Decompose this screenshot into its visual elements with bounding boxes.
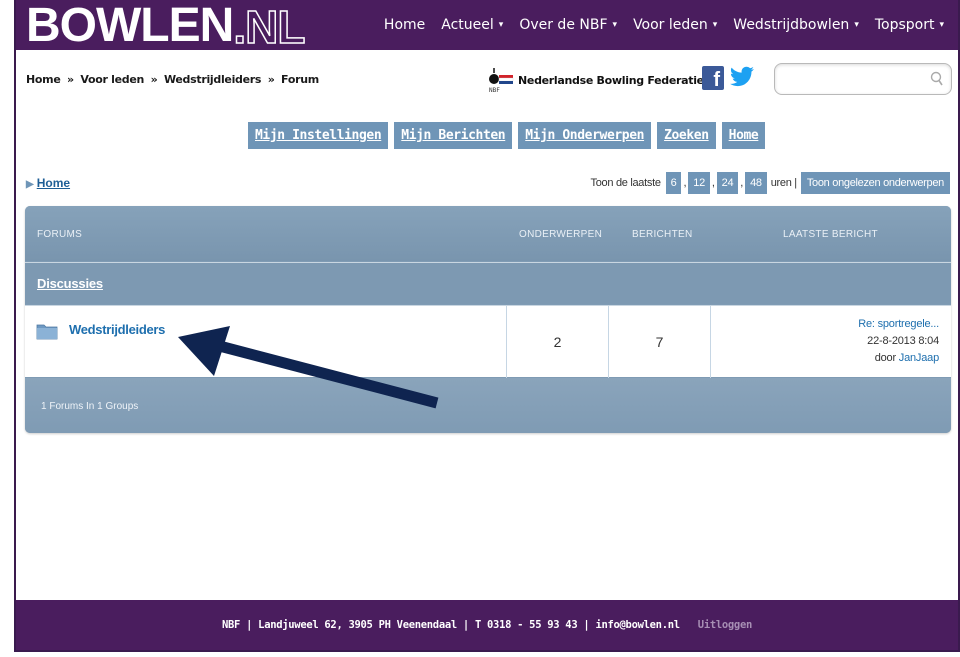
search-icon[interactable]	[929, 69, 945, 89]
nav-item-label: Wedstrijdbowlen	[733, 17, 850, 33]
show-last-hours: Toon de laatste 6, 12, 24, 48 uren | Too…	[591, 172, 950, 194]
logout-link[interactable]: Uitloggen	[698, 619, 753, 631]
chevron-down-icon: ▾	[612, 20, 618, 30]
nav-item-topsport[interactable]: Topsport ▾	[867, 17, 952, 33]
nav-item-label: Topsport	[874, 17, 935, 33]
last-post-author-link[interactable]: JanJaap	[899, 352, 939, 364]
hours-24-button[interactable]: 24	[716, 172, 739, 194]
breadcrumb-separator: »	[267, 73, 275, 86]
header-topics: ONDERWERPEN	[519, 229, 603, 240]
nbf-logo-sub: NBF	[489, 87, 500, 94]
forum-home-link[interactable]: ▶ Home	[26, 176, 70, 190]
show-last-suffix: uren |	[770, 177, 797, 189]
show-last-prefix: Toon de laatste	[590, 177, 661, 189]
nbf-logo-icon: NBF	[489, 68, 514, 94]
last-post-by: door	[874, 352, 896, 364]
nbf-name: Nederlandse Bowling Federatie	[518, 73, 704, 87]
hours-48-button[interactable]: 48	[745, 172, 767, 194]
twitter-icon[interactable]	[728, 64, 756, 90]
logo-extension-text: .NL	[233, 1, 307, 53]
forum-home-label: Home	[36, 176, 71, 190]
breadcrumb-home[interactable]: Home	[26, 73, 61, 86]
footer-contact: NBF | Landjuweel 62, 3905 PH Veenendaal …	[16, 619, 958, 631]
forum-link-wedstrijdleiders[interactable]: Wedstrijdleiders	[69, 322, 165, 337]
hours-6-button[interactable]: 6	[665, 172, 682, 194]
last-post-link[interactable]: Re: sportregele...	[858, 316, 939, 333]
forum-group-summary: 1 Forums In 1 Groups	[41, 401, 139, 412]
search-box	[774, 63, 952, 95]
footer-phone: T 0318 - 55 93 43	[474, 619, 578, 631]
my-topics-button[interactable]: Mijn Onderwerpen	[518, 122, 652, 149]
site-logo[interactable]: BOWLEN .NL	[26, 0, 307, 53]
breadcrumb-voor-leden[interactable]: Voor leden	[80, 73, 144, 86]
search-button[interactable]: Zoeken	[657, 122, 716, 149]
group-link[interactable]: Discussies	[37, 276, 103, 291]
topics-cell: 2	[507, 306, 609, 378]
forum-group-row: Discussies	[25, 262, 951, 304]
forum-cell: Wedstrijdleiders	[25, 306, 507, 378]
facebook-glyph: f	[713, 69, 720, 91]
posts-cell: 7	[609, 306, 711, 378]
nav-item-label: Actueel	[441, 17, 494, 33]
nav-item-over-de-nbf[interactable]: Over de NBF ▾	[511, 17, 625, 33]
nav-item-voor-leden[interactable]: Voor leden ▾	[625, 17, 725, 33]
chevron-down-icon: ▾	[498, 20, 504, 30]
triangle-right-icon: ▶	[26, 179, 34, 190]
posts-count: 7	[655, 334, 664, 350]
chevron-down-icon: ▾	[939, 20, 944, 30]
folder-icon	[36, 324, 58, 340]
forum-toolbar: Mijn Instellingen Mijn Berichten Mijn On…	[248, 122, 766, 149]
last-post-info: Re: sportregele... 22-8-2013 8:04 door J…	[858, 316, 939, 367]
header-forums: FORUMS	[37, 229, 83, 240]
show-unread-topics-button[interactable]: Toon ongelezen onderwerpen	[800, 172, 950, 194]
search-input[interactable]	[783, 65, 923, 93]
footer-divider: |	[246, 619, 253, 631]
facebook-icon[interactable]: f	[702, 66, 724, 91]
home-button[interactable]: Home	[721, 122, 766, 149]
header-posts: BERICHTEN	[632, 229, 693, 240]
nav-item-wedstrijdbowlen[interactable]: Wedstrijdbowlen ▾	[725, 17, 867, 33]
chevron-down-icon: ▾	[712, 20, 718, 30]
breadcrumb: Home » Voor leden » Wedstrijdleiders » F…	[26, 73, 319, 86]
footer-address: Landjuweel 62, 3905 PH Veenendaal	[258, 619, 457, 631]
my-settings-button[interactable]: Mijn Instellingen	[248, 122, 389, 149]
nav-item-label: Over de NBF	[519, 17, 608, 33]
last-post-cell: Re: sportregele... 22-8-2013 8:04 door J…	[711, 306, 951, 378]
breadcrumb-separator: »	[67, 73, 74, 86]
page-frame: BOWLEN .NL Home Actueel ▾ Over de NBF ▾ Voo…	[14, 0, 960, 652]
footer-email[interactable]: info@bowlen.nl	[595, 619, 680, 631]
top-navigation-bar: BOWLEN .NL Home Actueel ▾ Over de NBF ▾ Voo…	[16, 0, 958, 53]
last-post-date: 22-8-2013 8:04	[867, 335, 939, 347]
table-footer: 1 Forums In 1 Groups	[25, 378, 951, 433]
topics-count: 2	[553, 334, 562, 350]
table-row: Wedstrijdleiders 2 7 Re: sportregele... …	[25, 305, 951, 378]
nav-item-label: Home	[383, 17, 426, 33]
footer-org: NBF	[222, 619, 241, 631]
my-posts-button[interactable]: Mijn Berichten	[394, 122, 513, 149]
forum-table: FORUMS ONDERWERPEN BERICHTEN LAATSTE BER…	[25, 206, 951, 433]
hours-12-button[interactable]: 12	[688, 172, 710, 194]
nbf-brand[interactable]: NBF Nederlandse Bowling Federatie	[486, 66, 704, 94]
chevron-down-icon: ▾	[854, 20, 859, 30]
table-header: FORUMS ONDERWERPEN BERICHTEN LAATSTE BER…	[25, 206, 951, 261]
logo-main-text: BOWLEN	[26, 0, 234, 52]
nav-item-actueel[interactable]: Actueel ▾	[433, 17, 511, 33]
footer-divider: |	[583, 619, 590, 631]
breadcrumb-separator: »	[150, 73, 158, 86]
nav-item-home[interactable]: Home	[376, 17, 433, 33]
breadcrumb-wedstrijdleiders[interactable]: Wedstrijdleiders	[164, 73, 262, 86]
site-footer: NBF | Landjuweel 62, 3905 PH Veenendaal …	[16, 600, 958, 650]
header-last-post: LAATSTE BERICHT	[783, 229, 878, 240]
breadcrumb-forum[interactable]: Forum	[281, 73, 319, 86]
main-menu: Home Actueel ▾ Over de NBF ▾ Voor leden ▾ W…	[376, 17, 952, 33]
footer-divider: |	[462, 619, 469, 631]
nav-item-label: Voor leden	[633, 17, 708, 33]
